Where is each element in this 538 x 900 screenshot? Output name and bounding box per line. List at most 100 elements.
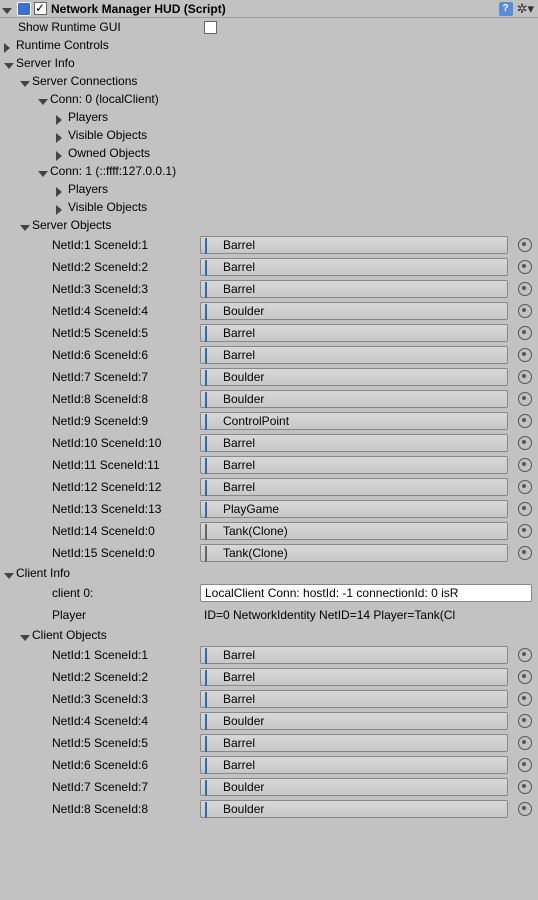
- prefab-icon: [205, 503, 217, 515]
- section-label: Server Connections: [32, 74, 137, 88]
- object-picker-icon[interactable]: [518, 282, 532, 296]
- object-picker-icon[interactable]: [518, 648, 532, 662]
- object-field[interactable]: Barrel: [200, 756, 508, 774]
- object-picker-icon[interactable]: [518, 238, 532, 252]
- object-label: NetId:7 SceneId:7: [0, 780, 200, 794]
- client0-row: client 0: LocalClient Conn: hostId: -1 c…: [0, 582, 538, 604]
- client-info-section[interactable]: Client Info: [0, 564, 538, 582]
- object-picker-icon[interactable]: [518, 436, 532, 450]
- connection-row[interactable]: Conn: 1 (::ffff:127.0.0.1): [0, 162, 538, 180]
- object-field[interactable]: Barrel: [200, 478, 508, 496]
- client0-field[interactable]: LocalClient Conn: hostId: -1 connectionI…: [200, 584, 532, 602]
- enable-checkbox[interactable]: [34, 2, 47, 15]
- object-field[interactable]: Barrel: [200, 734, 508, 752]
- object-picker-icon[interactable]: [518, 326, 532, 340]
- object-picker-icon[interactable]: [518, 304, 532, 318]
- object-picker-icon[interactable]: [518, 524, 532, 538]
- object-label: NetId:8 SceneId:8: [0, 802, 200, 816]
- object-field[interactable]: Barrel: [200, 346, 508, 364]
- child-label: Visible Objects: [68, 200, 147, 214]
- connection-child-row[interactable]: Players: [0, 180, 538, 198]
- object-picker-icon[interactable]: [518, 392, 532, 406]
- object-picker-icon[interactable]: [518, 802, 532, 816]
- gear-icon[interactable]: ✲▾: [517, 1, 534, 17]
- object-row: NetId:5 SceneId:5 Barrel: [0, 732, 538, 754]
- object-row: NetId:13 SceneId:13 PlayGame: [0, 498, 538, 520]
- object-field[interactable]: Barrel: [200, 434, 508, 452]
- foldout-icon[interactable]: [2, 4, 12, 14]
- object-field[interactable]: Tank(Clone): [200, 522, 508, 540]
- connection-child-row[interactable]: Players: [0, 108, 538, 126]
- object-picker-icon[interactable]: [518, 480, 532, 494]
- client-objects-section[interactable]: Client Objects: [0, 626, 538, 644]
- object-label: NetId:8 SceneId:8: [0, 392, 200, 406]
- object-picker-icon[interactable]: [518, 714, 532, 728]
- foldout-icon: [4, 40, 14, 50]
- prefab-icon: [205, 693, 217, 705]
- object-row: NetId:15 SceneId:0 Tank(Clone): [0, 542, 538, 564]
- object-field[interactable]: Barrel: [200, 646, 508, 664]
- object-field[interactable]: Barrel: [200, 324, 508, 342]
- object-field[interactable]: Boulder: [200, 778, 508, 796]
- object-field[interactable]: Barrel: [200, 280, 508, 298]
- object-picker-icon[interactable]: [518, 780, 532, 794]
- foldout-icon: [20, 220, 30, 230]
- player-row: Player ID=0 NetworkIdentity NetID=14 Pla…: [0, 604, 538, 626]
- object-field[interactable]: Tank(Clone): [200, 544, 508, 562]
- prefab-icon: [205, 327, 217, 339]
- runtime-controls-section[interactable]: Runtime Controls: [0, 36, 538, 54]
- object-field[interactable]: Barrel: [200, 236, 508, 254]
- object-picker-icon[interactable]: [518, 260, 532, 274]
- object-picker-icon[interactable]: [518, 546, 532, 560]
- object-field[interactable]: Boulder: [200, 302, 508, 320]
- object-picker-icon[interactable]: [518, 502, 532, 516]
- object-picker-icon[interactable]: [518, 414, 532, 428]
- prefab-icon: [205, 803, 217, 815]
- object-field[interactable]: Boulder: [200, 800, 508, 818]
- object-field[interactable]: Barrel: [200, 668, 508, 686]
- connection-label: Conn: 0 (localClient): [50, 92, 159, 106]
- server-connections-section[interactable]: Server Connections: [0, 72, 538, 90]
- object-field[interactable]: Barrel: [200, 690, 508, 708]
- prefab-icon: [205, 371, 217, 383]
- object-row: NetId:1 SceneId:1 Barrel: [0, 234, 538, 256]
- object-field[interactable]: Barrel: [200, 456, 508, 474]
- object-picker-icon[interactable]: [518, 348, 532, 362]
- server-info-section[interactable]: Server Info: [0, 54, 538, 72]
- object-picker-icon[interactable]: [518, 670, 532, 684]
- object-name: Barrel: [223, 282, 255, 296]
- object-label: NetId:14 SceneId:0: [0, 524, 200, 538]
- help-icon[interactable]: ?: [499, 2, 513, 16]
- connection-child-row[interactable]: Visible Objects: [0, 198, 538, 216]
- object-label: NetId:6 SceneId:6: [0, 348, 200, 362]
- object-picker-icon[interactable]: [518, 458, 532, 472]
- object-field[interactable]: Boulder: [200, 712, 508, 730]
- object-field[interactable]: PlayGame: [200, 500, 508, 518]
- object-name: Tank(Clone): [223, 524, 288, 538]
- script-icon: [17, 2, 31, 16]
- connection-row[interactable]: Conn: 0 (localClient): [0, 90, 538, 108]
- foldout-icon: [20, 76, 30, 86]
- prefab-icon: [205, 261, 217, 273]
- connection-child-row[interactable]: Owned Objects: [0, 144, 538, 162]
- child-label: Players: [68, 110, 108, 124]
- child-label: Visible Objects: [68, 128, 147, 142]
- object-field[interactable]: Barrel: [200, 258, 508, 276]
- object-row: NetId:3 SceneId:3 Barrel: [0, 688, 538, 710]
- object-field[interactable]: Boulder: [200, 390, 508, 408]
- object-field[interactable]: Boulder: [200, 368, 508, 386]
- object-picker-icon[interactable]: [518, 692, 532, 706]
- prefab-icon: [205, 547, 217, 559]
- object-row: NetId:2 SceneId:2 Barrel: [0, 256, 538, 278]
- section-label: Client Objects: [32, 628, 107, 642]
- connection-child-row[interactable]: Visible Objects: [0, 126, 538, 144]
- object-label: NetId:7 SceneId:7: [0, 370, 200, 384]
- server-objects-section[interactable]: Server Objects: [0, 216, 538, 234]
- prefab-icon: [205, 715, 217, 727]
- object-picker-icon[interactable]: [518, 370, 532, 384]
- object-picker-icon[interactable]: [518, 736, 532, 750]
- show-runtime-gui-checkbox[interactable]: [204, 21, 217, 34]
- object-picker-icon[interactable]: [518, 758, 532, 772]
- object-field[interactable]: ControlPoint: [200, 412, 508, 430]
- prefab-icon: [205, 671, 217, 683]
